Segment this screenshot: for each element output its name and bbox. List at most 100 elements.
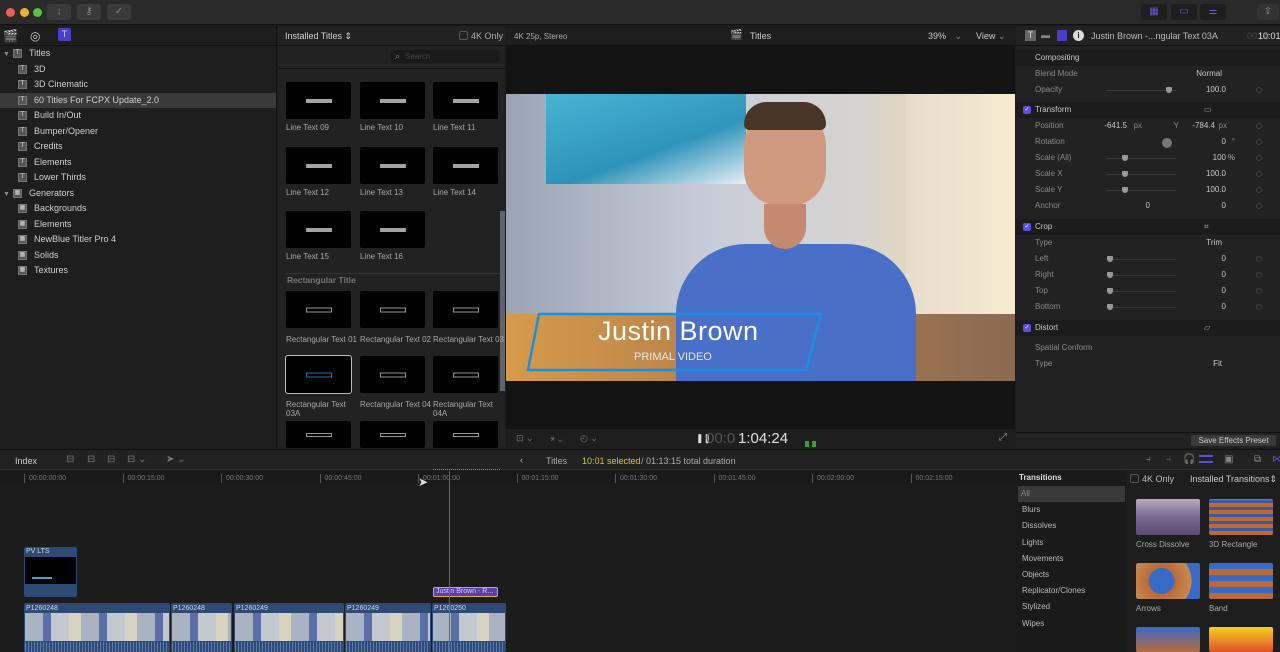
keyframe-button[interactable]	[1256, 272, 1262, 278]
title-clip-justin-brown[interactable]: Justin Brown - R...	[433, 587, 498, 597]
view-dropdown[interactable]: View ⌄	[976, 31, 1005, 42]
disclosure-triangle-icon[interactable]: ▼	[3, 187, 13, 203]
title-inspector-tab-icon[interactable]: T	[1025, 30, 1036, 41]
title-thumbnail[interactable]	[360, 356, 425, 393]
append-clip-icon[interactable]: ⊟	[107, 454, 115, 465]
video-clip[interactable]: P1260248	[24, 603, 170, 652]
playhead[interactable]	[449, 471, 450, 652]
property-slider[interactable]	[1106, 307, 1176, 308]
video-skimming-icon[interactable]: ⫞	[1146, 454, 1151, 465]
title-thumbnail[interactable]	[360, 211, 425, 248]
keyframe-button[interactable]	[1256, 304, 1262, 310]
sidebar-item[interactable]: ▦ Elements	[0, 217, 276, 233]
rotation-dial[interactable]	[1162, 138, 1172, 148]
property-slider[interactable]	[1106, 275, 1176, 276]
keyframe-button[interactable]	[1256, 288, 1262, 294]
close-window-button[interactable]	[6, 8, 15, 17]
keyframe-button[interactable]	[1256, 187, 1262, 193]
video-clip[interactable]: P1260248	[171, 603, 232, 652]
enhance-dropdown[interactable]: ⚹ ⌄	[550, 433, 563, 444]
property-value[interactable]: -641.5	[1104, 118, 1127, 134]
transition-thumb-3d-rectangle[interactable]	[1209, 499, 1273, 535]
title-thumbnail[interactable]	[433, 291, 498, 328]
title-thumbnail[interactable]	[433, 82, 498, 119]
slider-knob[interactable]	[1122, 155, 1128, 161]
title-thumbnail[interactable]	[285, 355, 352, 394]
sidebar-item[interactable]: ▦ Backgrounds	[0, 201, 276, 217]
overwrite-clip-dropdown[interactable]: ⊟ ⌄	[127, 454, 147, 465]
browser-toggle-button[interactable]: ▦	[1141, 4, 1167, 20]
share-button[interactable]: ⇪	[1257, 4, 1279, 20]
sidebar-item[interactable]: ▦ NewBlue Titler Pro 4	[0, 232, 276, 248]
clip-appearance-icon[interactable]: ▣	[1224, 454, 1233, 465]
property-slider[interactable]	[1106, 174, 1176, 175]
transition-thumb[interactable]	[1136, 627, 1200, 652]
title-thumbnail[interactable]	[360, 291, 425, 328]
transition-category[interactable]: Stylized	[1019, 599, 1124, 615]
transition-thumb[interactable]	[1209, 627, 1273, 652]
slider-knob[interactable]	[1122, 171, 1128, 177]
property-value[interactable]: 0	[1222, 283, 1226, 299]
sidebar-item[interactable]: T Credits	[0, 139, 276, 155]
keyframe-button[interactable]	[1256, 256, 1262, 262]
transitions-fourk-checkbox[interactable]	[1130, 474, 1139, 483]
title-thumbnail[interactable]	[286, 82, 351, 119]
transition-category[interactable]: Movements	[1019, 551, 1124, 567]
search-input[interactable]: ⌕ Search	[391, 50, 499, 63]
sidebar-item[interactable]: T 3D Cinematic	[0, 77, 276, 93]
slider-knob[interactable]	[1107, 256, 1113, 262]
sidebar-item[interactable]: T Bumper/Opener	[0, 124, 276, 140]
property-value[interactable]: 100.0	[1206, 182, 1226, 198]
transition-category[interactable]: Lights	[1019, 535, 1124, 551]
property-value[interactable]: 0	[1222, 198, 1226, 214]
keyframe-button[interactable]	[1256, 139, 1262, 145]
transition-category[interactable]: Replicator/Clones	[1019, 583, 1124, 599]
property-value[interactable]: 0	[1146, 198, 1150, 214]
property-slider[interactable]	[1106, 259, 1176, 260]
title-thumbnail[interactable]	[433, 421, 498, 448]
audio-skimming-icon[interactable]: ⫞	[1166, 454, 1171, 465]
video-inspector-tab-icon[interactable]	[1057, 30, 1067, 41]
transform-tool-dropdown[interactable]: ⊡ ⌄	[516, 433, 534, 444]
import-button[interactable]: ↓	[47, 4, 71, 20]
blend-mode-dropdown[interactable]: Normal	[1196, 66, 1222, 82]
retime-dropdown[interactable]: ◴ ⌄	[580, 433, 598, 444]
transition-category[interactable]: All	[1018, 486, 1125, 502]
transition-category[interactable]: Dissolves	[1019, 518, 1124, 534]
slider-knob[interactable]	[1107, 304, 1113, 310]
browser-scrollbar[interactable]	[500, 211, 505, 391]
minimize-window-button[interactable]	[20, 8, 29, 17]
info-inspector-tab-icon[interactable]: i	[1073, 30, 1084, 41]
zoom-window-button[interactable]	[33, 8, 42, 17]
property-value[interactable]: 0	[1222, 299, 1226, 315]
transition-thumb-band[interactable]	[1209, 563, 1273, 599]
transition-category[interactable]: Objects	[1019, 567, 1124, 583]
zoom-dropdown[interactable]: 39% ⌄	[928, 31, 962, 42]
transition-category[interactable]: Wipes	[1019, 616, 1124, 632]
video-clip[interactable]: P1260250	[432, 603, 506, 652]
sidebar-item[interactable]: ▦ Textures	[0, 263, 276, 279]
spatial-conform-dropdown[interactable]: Fit	[1213, 356, 1222, 372]
timeline[interactable]: PV LTS Justin Brown - R... P1260248 P1260…	[0, 471, 1016, 652]
insert-clip-icon[interactable]: ⊟	[87, 454, 95, 465]
title-thumbnail[interactable]	[286, 211, 351, 248]
sidebar-item[interactable]: ▦ Solids	[0, 248, 276, 264]
title-thumbnail[interactable]	[286, 147, 351, 184]
sidebar-item[interactable]: ▼ ▦ Generators	[0, 186, 276, 202]
sidebar-item[interactable]: T Elements	[0, 155, 276, 171]
keyframe-button[interactable]	[1256, 203, 1262, 209]
sidebar-item[interactable]: T Lower Thirds	[0, 170, 276, 186]
enable-checkbox[interactable]: ✓	[1023, 223, 1031, 231]
slider-knob[interactable]	[1166, 87, 1172, 93]
keyframe-button[interactable]	[1256, 171, 1262, 177]
transitions-browser-icon[interactable]: ⋈	[1272, 454, 1280, 465]
title-thumbnail[interactable]	[286, 421, 351, 448]
select-tool-dropdown[interactable]: ➤ ⌄	[166, 454, 186, 465]
fullscreen-icon[interactable]: ⤢	[999, 432, 1007, 443]
property-value[interactable]: 0	[1222, 134, 1226, 150]
transition-thumb-arrows[interactable]	[1136, 563, 1200, 599]
keyframe-button[interactable]	[1256, 123, 1262, 129]
index-button[interactable]: Index	[15, 456, 37, 466]
connect-clip-icon[interactable]: ⊟	[66, 454, 74, 465]
inspector-toggle-button[interactable]: ⚌	[1200, 4, 1226, 20]
